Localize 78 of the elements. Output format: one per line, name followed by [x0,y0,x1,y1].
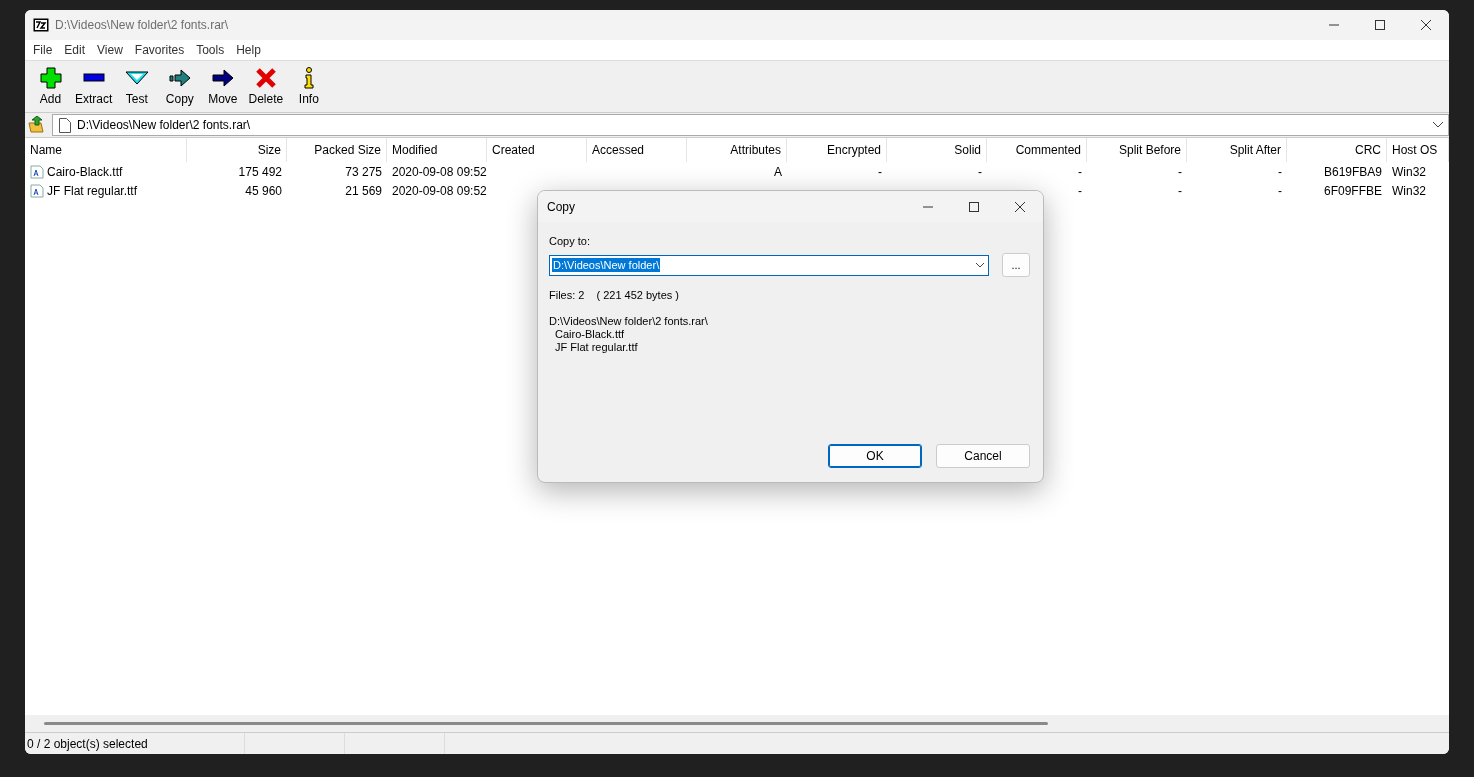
folder-up-icon[interactable] [28,116,46,134]
table-cell-text: Win32 [1391,183,1427,198]
file-name: Cairo-Black.ttf [554,328,626,341]
arrow-right-icon [167,66,192,90]
address-field[interactable]: D:\Videos\New folder\2 fonts.rar\ [52,114,1449,136]
horizontal-scrollbar[interactable] [25,715,1449,732]
file-count: Files: 2 [549,289,585,301]
column-header[interactable]: CRC [1287,138,1387,162]
app-logo-icon [33,18,49,32]
browse-button[interactable]: ... [1002,253,1030,277]
table-cell-text: - [1077,164,1083,179]
table-cell-text: 175 492 [237,164,283,179]
table-cell-text: - [1177,164,1183,179]
toolbar-button[interactable]: Copy [158,66,202,106]
table-cell-text: 2020-09-08 09:52 [391,183,487,198]
chevron-down-icon[interactable] [975,262,985,268]
arrow-right-icon [210,66,235,90]
toolbar-button[interactable]: Extract [72,66,116,106]
destination-combobox[interactable]: D:\Videos\New folder\ [549,254,989,276]
toolbar-button[interactable]: Delete [244,66,288,106]
menu-item[interactable]: View [91,43,129,57]
close-icon [1421,20,1431,30]
table-cell-text: - [1277,183,1283,198]
toolbar-button[interactable]: Move [201,66,245,106]
toolbar-button[interactable]: Add [29,66,72,106]
dialog-button[interactable]: OK [828,444,922,468]
table-cell-text: 6F09FFBE [1322,183,1383,198]
table-cell-text: 73 275 [344,164,383,179]
document-icon [59,117,71,133]
status-text: 0 / 2 object(s) selected [27,736,148,751]
table-cell-text: - [1077,183,1083,198]
source-path: D:\Videos\New folder\2 fonts.rar\ [549,315,709,328]
byte-count: ( 221 452 bytes ) [596,289,680,301]
table-cell-text: Win32 [1391,164,1427,179]
file-name: JF Flat regular.ttf [554,341,639,354]
table-cell-text: - [877,164,883,179]
menu-item[interactable]: Help [230,43,267,57]
maximize-icon [1375,20,1385,30]
plus-icon [38,66,63,90]
column-header[interactable]: Split After [1187,138,1287,162]
table-cell-text: 45 960 [244,183,283,198]
menu-item[interactable]: Favorites [128,43,191,57]
chevron-down-icon[interactable] [1432,121,1444,129]
menu-item[interactable]: File [27,43,59,57]
toolbar-button[interactable]: Info [287,66,331,106]
close-icon [253,66,278,90]
column-header[interactable]: Split Before [1087,138,1187,162]
table-cell-text: - [977,164,983,179]
table-cell-text: 21 569 [344,183,383,198]
column-header[interactable]: Created [487,138,587,162]
font-file-icon [30,183,44,198]
column-header[interactable]: Solid [887,138,987,162]
dialog-title: Copy [547,199,576,214]
menu-item[interactable]: Tools [190,43,231,57]
dialog-button[interactable]: Cancel [936,444,1030,468]
toolbar-button[interactable]: Test [115,66,159,106]
table-cell-text: B619FBA9 [1322,164,1383,179]
column-header[interactable]: Attributes [687,138,787,162]
file-name[interactable]: Cairo-Black.ttf [25,164,187,179]
column-header[interactable]: Host OS [1387,138,1449,162]
window-title: D:\Videos\New folder\2 fonts.rar\ [55,18,230,32]
table-cell-text: 2020-09-08 09:52 [391,164,487,179]
column-header[interactable]: Name [25,138,187,162]
column-header[interactable]: Size [187,138,287,162]
table-cell-text: A [773,164,783,179]
column-header[interactable]: Modified [387,138,487,162]
table-cell-text: - [1177,183,1183,198]
table-cell-text: - [1277,164,1283,179]
font-file-icon [30,164,44,179]
column-header[interactable]: Accessed [587,138,687,162]
menu-item[interactable]: Edit [58,43,92,57]
column-header[interactable]: Commented [987,138,1087,162]
column-header[interactable]: Packed Size [287,138,387,162]
field-label: Copy to: [549,235,591,247]
maximize-icon [969,201,979,212]
file-name[interactable]: JF Flat regular.ttf [25,183,187,198]
column-header[interactable]: Encrypted [787,138,887,162]
close-icon [1015,201,1025,212]
